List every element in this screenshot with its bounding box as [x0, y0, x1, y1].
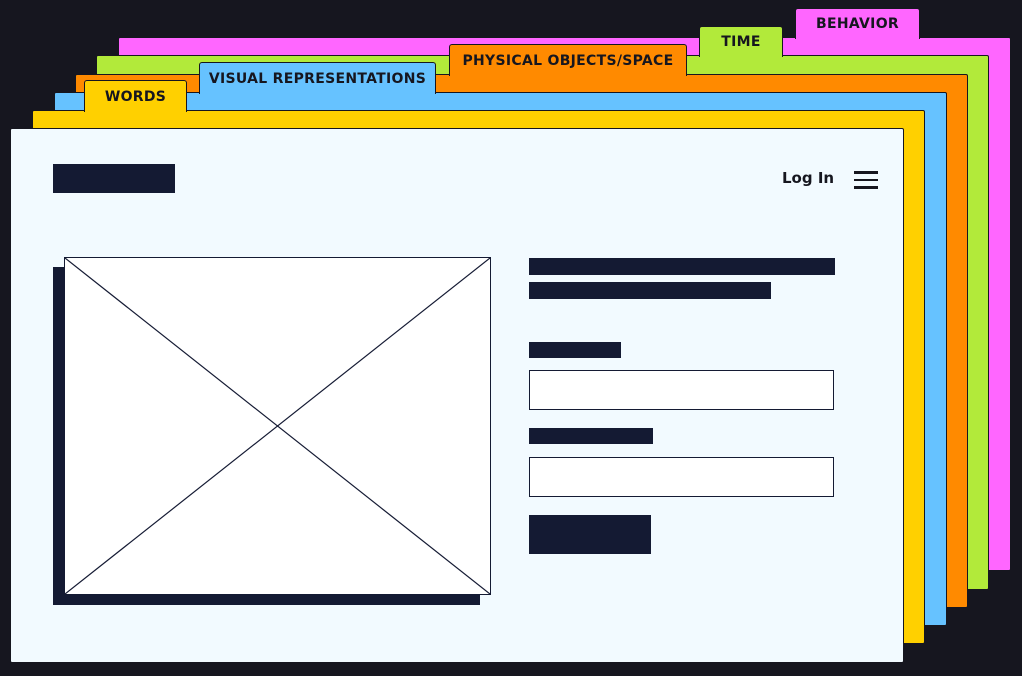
- heading-line-1-placeholder: [529, 258, 835, 275]
- input-field-1[interactable]: [529, 370, 834, 410]
- login-link[interactable]: Log In: [782, 169, 834, 187]
- image-placeholder-icon: [64, 257, 491, 595]
- tab-time[interactable]: TIME: [699, 26, 783, 57]
- wireframe-page: Log In: [10, 128, 904, 663]
- input-field-2[interactable]: [529, 457, 834, 497]
- tab-visual-representations[interactable]: VISUAL REPRESENTATIONS: [199, 62, 436, 94]
- tab-words[interactable]: WORDS: [84, 80, 187, 112]
- field-label-2-placeholder: [529, 428, 653, 444]
- logo-placeholder: [53, 164, 175, 193]
- heading-line-2-placeholder: [529, 282, 771, 299]
- hamburger-menu-icon[interactable]: [854, 171, 878, 189]
- field-label-1-placeholder: [529, 342, 621, 358]
- tab-physical-objects-space[interactable]: PHYSICAL OBJECTS/SPACE: [449, 44, 687, 76]
- tab-behavior[interactable]: BEHAVIOR: [795, 8, 920, 39]
- submit-button-placeholder[interactable]: [529, 515, 651, 554]
